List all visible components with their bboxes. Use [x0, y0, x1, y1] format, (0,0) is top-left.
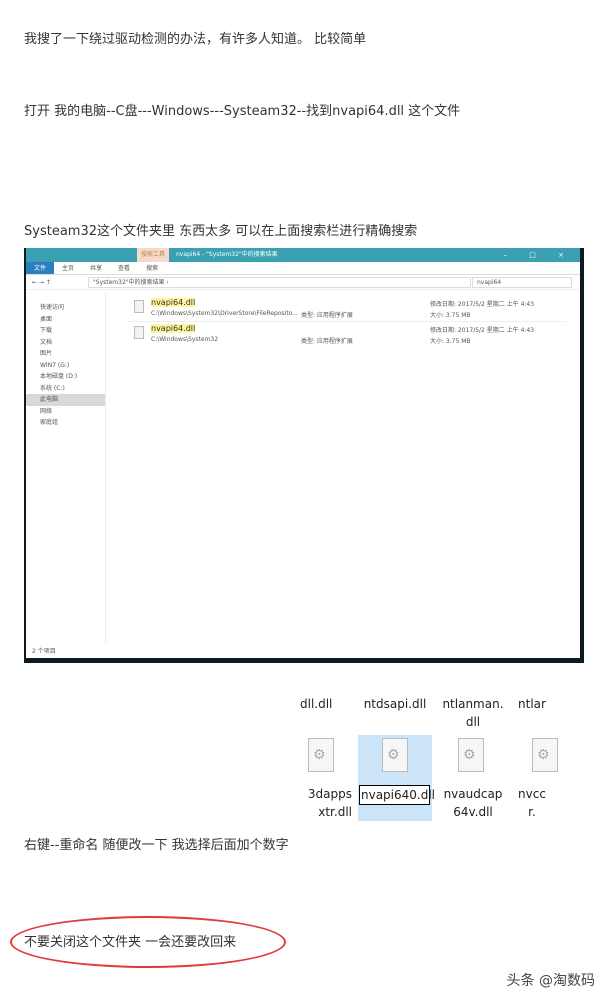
result-row: nvapi64.dll C:\Windows\System32 类型: 应用程序…	[126, 322, 566, 348]
paragraph-2: 打开 我的电脑--C盘---Windows---Systeam32--找到nva…	[24, 104, 461, 119]
nav-item: 网络	[40, 407, 53, 415]
nav-item: 文档	[40, 338, 53, 346]
result-path: C:\Windows\System32\DriverStore\FileRepo…	[151, 310, 298, 317]
nav-item: 图片	[40, 350, 53, 357]
tab-search: 搜索	[146, 265, 159, 272]
ribbon-tabs: 文件 主页 共享 查看 搜索	[26, 262, 580, 275]
nav-item: 快速访问	[40, 304, 65, 311]
result-size: 大小: 3.75 MB	[430, 312, 471, 319]
address-bar: "System32"中的搜索结果 ›	[88, 277, 471, 288]
explorer-screenshot: 搜索工具 nvapi64 - "System32"中的搜索结果 – □ × 文件…	[24, 248, 584, 663]
dll-file-icon	[134, 326, 144, 339]
result-type: 类型: 应用程序扩展	[301, 338, 353, 345]
status-bar: 2 个项目	[32, 648, 56, 655]
dll-file-icon	[382, 738, 408, 772]
paragraph-3: Systeam32这个文件夹里 东西太多 可以在上面搜索栏进行精确搜索	[24, 224, 418, 239]
file-label: ntdsapi.dll	[363, 697, 427, 711]
result-size: 大小: 3.75 MB	[430, 338, 471, 345]
result-row: nvapi64.dll C:\Windows\System32\DriverSt…	[126, 296, 566, 322]
dll-file-icon	[458, 738, 484, 772]
dll-file-icon	[134, 300, 144, 313]
window-title: nvapi64 - "System32"中的搜索结果	[176, 251, 278, 258]
context-tab: 搜索工具	[137, 248, 169, 262]
file-label: nvcc r.	[518, 787, 546, 819]
tab-share: 共享	[90, 265, 103, 272]
address-row: ← → ↑ "System32"中的搜索结果 › nvapi64	[26, 275, 580, 290]
nav-arrows-icon: ← → ↑	[32, 278, 51, 286]
tab-view: 查看	[118, 265, 131, 272]
title-bar: 搜索工具 nvapi64 - "System32"中的搜索结果 – □ ×	[26, 248, 580, 262]
file-label: 3dapps xtr.dll	[307, 787, 352, 819]
search-box: nvapi64	[472, 277, 572, 288]
paragraph-1: 我搜了一下绕过驱动检测的办法，有许多人知道。 比较简单	[24, 32, 367, 47]
dll-file-icon	[532, 738, 558, 772]
result-type: 类型: 应用程序扩展	[301, 312, 353, 319]
rename-input[interactable]: nvapi640.dll	[359, 785, 435, 805]
watermark: 头条 @淘数码	[506, 973, 595, 989]
window-controls: – □ ×	[503, 251, 574, 259]
result-name: nvapi64.dll	[151, 324, 196, 333]
result-name: nvapi64.dll	[151, 298, 196, 307]
explorer-window: 搜索工具 nvapi64 - "System32"中的搜索结果 – □ × 文件…	[26, 248, 580, 658]
nav-item: 桌面	[40, 315, 53, 323]
file-label: ntlar	[518, 697, 546, 711]
red-highlight-ellipse	[10, 916, 286, 968]
nav-item: 本地磁盘 (D:)	[40, 373, 78, 380]
result-path: C:\Windows\System32	[151, 336, 219, 343]
nav-item: WIN7 (G:)	[40, 361, 70, 369]
nav-item: 此电脑	[26, 394, 105, 406]
nav-item: 系统 (C:)	[40, 384, 65, 392]
rename-screenshot: dll.dll ntdsapi.dll ntlanman. dll ntlar …	[300, 693, 558, 853]
file-label: ntlanman. dll	[442, 697, 504, 729]
file-label: nvaudcap 64v.dll	[443, 787, 503, 819]
nav-item: 下载	[40, 327, 53, 334]
tab-file: 文件	[26, 262, 55, 274]
result-date: 修改日期: 2017/5/2 星期二 上午 4:43	[430, 301, 535, 308]
file-label: dll.dll	[300, 697, 333, 711]
tab-home: 主页	[62, 265, 75, 272]
paragraph-4: 右键--重命名 随便改一下 我选择后面加个数字	[24, 838, 289, 853]
nav-item: 家庭组	[40, 419, 59, 426]
dll-file-icon	[308, 738, 334, 772]
result-date: 修改日期: 2017/5/2 星期二 上午 4:43	[430, 327, 535, 334]
nav-pane: 快速访问 桌面 下载 文档 图片 WIN7 (G:) 本地磁盘 (D:) 系统 …	[26, 292, 106, 644]
